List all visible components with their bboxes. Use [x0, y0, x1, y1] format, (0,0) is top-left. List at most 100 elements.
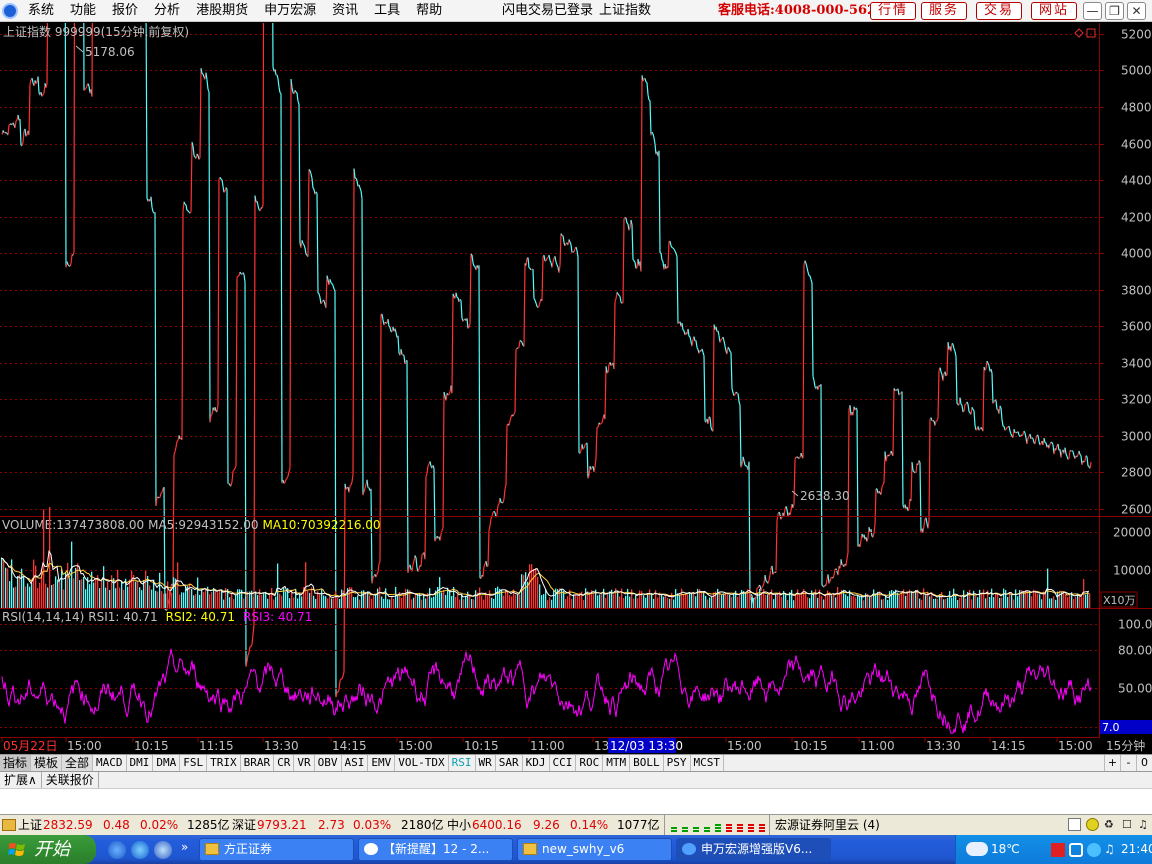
tab-indicator-模板[interactable]: 模板 — [31, 755, 63, 771]
volume-bar — [87, 577, 89, 608]
window-icon[interactable] — [1068, 818, 1081, 831]
volume-icon[interactable]: ♫ — [1104, 842, 1115, 856]
tab-indicator-boll[interactable]: BOLL — [630, 755, 664, 771]
volume-bar — [759, 588, 761, 608]
volume-bar — [755, 598, 757, 608]
tab-indicator-cr[interactable]: CR — [274, 755, 295, 771]
network-icon[interactable] — [1087, 843, 1101, 857]
breadth-cell — [759, 830, 765, 832]
broker-server[interactable]: 宏源证券阿里云 (4) — [775, 815, 880, 835]
volume-bar — [585, 588, 587, 608]
reset-indicator-button[interactable]: 0 — [1136, 755, 1152, 771]
menu-item-4[interactable]: 港股期货 — [188, 0, 256, 22]
task-swhy-enhanced[interactable]: 申万宏源增强版V6... — [676, 838, 831, 861]
volume-bar — [209, 594, 211, 608]
volume-bar — [389, 599, 391, 608]
volume-bar — [45, 583, 47, 608]
tab-indicator-kdj[interactable]: KDJ — [523, 755, 550, 771]
price-segment — [467, 327, 470, 329]
tab-indicator-vr[interactable]: VR — [294, 755, 315, 771]
tab-related-quotes[interactable]: 关联报价 — [42, 772, 99, 788]
sh-index-amount: 1285亿 — [187, 818, 230, 832]
smile-icon[interactable] — [1086, 818, 1099, 831]
volume-bar — [753, 598, 755, 608]
volume-bar — [51, 585, 53, 608]
trade-button[interactable]: 交易 — [976, 2, 1022, 20]
remove-indicator-button[interactable]: - — [1120, 755, 1136, 771]
shield-icon[interactable] — [1069, 843, 1083, 857]
tab-indicator-fsl[interactable]: FSL — [180, 755, 208, 771]
task-reminder[interactable]: 【新提醒】12 - 2... — [358, 838, 513, 861]
menu-item-7[interactable]: 工具 — [366, 0, 408, 22]
volume-bar — [823, 599, 825, 608]
add-indicator-button[interactable]: + — [1104, 755, 1120, 771]
tab-indicator-mtm[interactable]: MTM — [603, 755, 631, 771]
tab-indicator-sar[interactable]: SAR — [496, 755, 523, 771]
minimize-icon[interactable]: — — [1083, 2, 1102, 20]
tab-indicator-asi[interactable]: ASI — [342, 755, 369, 771]
tab-indicator-全部[interactable]: 全部 — [62, 755, 94, 771]
price-tick-label: 3200 — [1121, 393, 1152, 407]
price-segment — [372, 575, 375, 578]
tab-indicator-指标[interactable]: 指标 — [0, 755, 32, 771]
quotes-button[interactable]: 行情 — [870, 2, 916, 20]
tab-indicator-emv[interactable]: EMV — [368, 755, 396, 771]
price-tick-label: 5000 — [1121, 64, 1152, 78]
period-label[interactable]: 15分钟 — [1106, 738, 1145, 753]
kline-chart[interactable]: 5200 5000 4800 4600 4400 4200 4000 3800 3600 3400… — [0, 23, 1152, 738]
ie-icon[interactable] — [131, 841, 149, 859]
volume-bar — [29, 586, 31, 608]
app-tray-icon[interactable] — [1051, 843, 1065, 857]
menu-item-1[interactable]: 功能 — [62, 0, 104, 22]
tab-indicator-roc[interactable]: ROC — [576, 755, 604, 771]
time-tick-label: 15:00 — [398, 739, 433, 753]
volume-bar — [69, 578, 71, 608]
tab-indicator-brar[interactable]: BRAR — [241, 755, 275, 771]
volume-bar — [37, 588, 39, 608]
menu-item-2[interactable]: 报价 — [104, 0, 146, 22]
tab-indicator-obv[interactable]: OBV — [315, 755, 342, 771]
breadth-column — [726, 824, 732, 832]
tab-indicator-dmi[interactable]: DMI — [127, 755, 154, 771]
breadth-cell — [726, 824, 732, 826]
volume-bar — [275, 596, 277, 608]
volume-bar — [271, 588, 273, 608]
volume-bar — [643, 595, 645, 608]
tab-indicator-mcst[interactable]: MCST — [691, 755, 725, 771]
task-new-swhy[interactable]: new_swhy_v6 — [517, 838, 672, 861]
volume-bar — [701, 591, 703, 608]
service-button[interactable]: 服务 — [921, 2, 967, 20]
tab-indicator-vol-tdx[interactable]: VOL-TDX — [395, 755, 449, 771]
task-fangzheng[interactable]: 方正证券 — [199, 838, 354, 861]
price-segment — [349, 484, 352, 487]
tab-indicator-trix[interactable]: TRIX — [207, 755, 241, 771]
tab-indicator-cci[interactable]: CCI — [550, 755, 577, 771]
menu-item-0[interactable]: 系统 — [20, 0, 62, 22]
volume-bar — [19, 574, 21, 608]
tab-indicator-rsi[interactable]: RSI — [449, 755, 476, 771]
menu-item-8[interactable]: 帮助 — [408, 0, 450, 22]
volume-bar — [267, 598, 269, 608]
volume-bar — [673, 599, 675, 608]
high-price-label: 5178.06 — [85, 45, 135, 59]
tab-indicator-dma[interactable]: DMA — [153, 755, 181, 771]
menu-item-3[interactable]: 分析 — [146, 0, 188, 22]
volume-bar — [393, 598, 395, 608]
browser-icon[interactable] — [154, 841, 172, 859]
menu-item-5[interactable]: 申万宏源 — [256, 0, 324, 22]
volume-bar — [471, 599, 473, 608]
chevron-right-icon[interactable]: » — [181, 840, 188, 854]
tab-indicator-wr[interactable]: WR — [476, 755, 496, 771]
ie-icon[interactable] — [108, 841, 126, 859]
tab-indicator-psy[interactable]: PSY — [664, 755, 691, 771]
website-button[interactable]: 网站 — [1031, 2, 1077, 20]
volume-bar — [433, 596, 435, 608]
volume-bar — [215, 590, 217, 608]
tab-indicator-macd[interactable]: MACD — [93, 755, 127, 771]
volume-bar — [945, 598, 947, 608]
menu-item-6[interactable]: 资讯 — [324, 0, 366, 22]
restore-icon[interactable]: ❐ — [1105, 2, 1124, 20]
tab-extend[interactable]: 扩展∧ — [0, 772, 42, 788]
start-button[interactable]: 开始 — [0, 835, 96, 864]
close-icon[interactable]: ✕ — [1127, 2, 1146, 20]
